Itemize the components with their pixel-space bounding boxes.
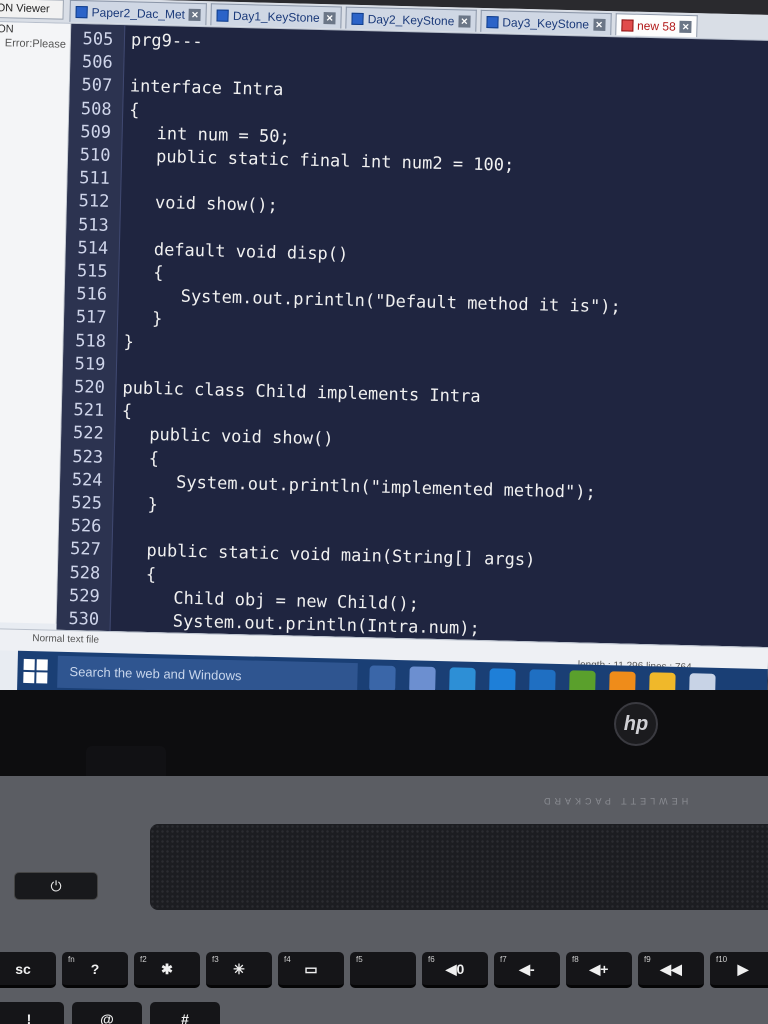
number-key-row: ! @ #: [0, 1002, 220, 1024]
line-number: 516: [76, 284, 108, 306]
line-number: 507: [81, 75, 113, 97]
tab-label: Day3_KeyStone: [502, 14, 590, 32]
line-number: 518: [74, 330, 107, 352]
viewer-tab[interactable]: ON Viewer: [0, 0, 64, 20]
key-main-label: ▶: [737, 961, 749, 977]
line-number: 523: [72, 446, 104, 468]
keyboard-key[interactable]: fn?: [62, 952, 128, 988]
keyboard-key[interactable]: f2 ✱: [134, 952, 200, 988]
editor-tab[interactable]: Day1_KeyStone ✕: [210, 3, 342, 29]
line-number: 526: [70, 516, 102, 537]
keyboard-key[interactable]: f3 ✳: [206, 952, 272, 988]
close-icon[interactable]: ✕: [592, 18, 606, 31]
line-number: 514: [77, 237, 109, 259]
hp-logo: hp: [614, 702, 658, 746]
line-number: 512: [78, 191, 110, 213]
code-text: }: [151, 309, 163, 330]
line-number: 521: [73, 400, 105, 422]
keyboard-key[interactable]: @: [72, 1002, 142, 1024]
keyboard-key[interactable]: f7 ◀-: [494, 952, 560, 988]
code-text: {: [145, 564, 157, 585]
keyboard-key[interactable]: #: [150, 1002, 220, 1024]
line-number: 529: [68, 585, 100, 607]
close-icon[interactable]: ✕: [188, 8, 202, 21]
key-main-label: ?: [90, 961, 100, 977]
windows-start-button[interactable]: [23, 658, 48, 684]
keyboard-deck: HEWLETT PACKARD ⏻ sc fn? f2 ✱ f3 ✳ f4 ▭ f5 f6 ◀0 f7…: [0, 776, 768, 1024]
function-key-row: sc fn? f2 ✱ f3 ✳ f4 ▭ f5 f6 ◀0 f7 ◀- f8 ◀+ f9 ◀◀ f10 ▶: [0, 952, 768, 988]
editor-tab[interactable]: Day2_KeyStone ✕: [345, 6, 477, 32]
line-number: 510: [79, 145, 111, 166]
code-editor[interactable]: 505 prg9--- 506 507 interface Intra 508{509 in…: [56, 23, 768, 648]
line-number: 528: [69, 562, 101, 584]
line-number: 511: [78, 168, 111, 190]
code-text: {: [148, 448, 160, 469]
keyboard-key[interactable]: f9 ◀◀: [638, 952, 704, 988]
line-number: 530: [68, 609, 100, 630]
key-main-label: ◀0: [445, 961, 465, 977]
code-text: }: [123, 331, 135, 353]
keyboard-key[interactable]: f4 ▭: [278, 952, 344, 988]
code-text: }: [147, 494, 159, 516]
side-panel-error: Error:Please: [4, 37, 67, 51]
close-icon[interactable]: ✕: [458, 14, 471, 28]
key-main-label: sc: [15, 961, 31, 977]
line-number: 517: [75, 307, 107, 329]
line-number: 519: [74, 353, 106, 375]
keyboard-key[interactable]: f8 ◀+: [566, 952, 632, 988]
line-number: 506: [81, 52, 113, 74]
keyboard-key[interactable]: !: [0, 1002, 64, 1024]
tab-label: Day1_KeyStone: [232, 8, 320, 25]
task-view-icon[interactable]: [369, 665, 396, 693]
key-main-label: !: [26, 1011, 32, 1024]
code-text: {: [153, 262, 164, 284]
key-main-label: ◀+: [589, 961, 609, 977]
keyboard-key[interactable]: f5: [350, 952, 416, 988]
key-main-label: ◀-: [519, 961, 535, 977]
line-number: 527: [69, 539, 102, 561]
keyboard-key[interactable]: f6 ◀0: [422, 952, 488, 988]
keyboard-key[interactable]: sc: [0, 952, 56, 988]
key-main-label: ✱: [161, 961, 173, 977]
line-number: 509: [80, 121, 112, 143]
line-number: 524: [71, 469, 103, 491]
file-icon: [351, 12, 364, 25]
key-main-label: ◀◀: [660, 961, 682, 977]
power-button[interactable]: ⏻: [14, 872, 98, 900]
speaker-grille: [150, 824, 768, 910]
tab-label: Day2_KeyStone: [367, 11, 455, 28]
editor-tab[interactable]: Paper2_Dac_Met ✕: [69, 0, 208, 26]
line-number: 508: [80, 98, 112, 120]
key-main-label: ▭: [304, 961, 318, 977]
editor-tab[interactable]: Day3_KeyStone ✕: [480, 9, 612, 36]
close-icon[interactable]: ✕: [679, 20, 692, 33]
code-text: prg9---: [130, 30, 203, 53]
monitor-screen: ON Viewer Paper2_Dac_Met ✕ Day1_KeyStone ✕ D…: [0, 0, 768, 716]
tab-label: new 58: [636, 18, 676, 34]
key-fn-label: f5: [356, 955, 363, 964]
file-type-label: Normal text file: [32, 633, 100, 646]
file-icon: [620, 18, 634, 32]
file-icon: [216, 8, 230, 22]
file-icon: [486, 15, 499, 28]
line-number: 520: [73, 377, 106, 398]
line-number: 515: [76, 261, 108, 282]
tab-label: Paper2_Dac_Met: [91, 4, 186, 22]
file-icon: [75, 5, 88, 18]
line-number: 525: [71, 493, 103, 514]
key-main-label: ✳: [233, 961, 245, 977]
keyboard-key[interactable]: f10 ▶: [710, 952, 768, 988]
line-number: 522: [72, 423, 104, 445]
editor-tab[interactable]: new 58 ✕: [614, 13, 699, 38]
code-text: {: [121, 401, 133, 422]
key-main-label: #: [181, 1011, 189, 1024]
line-number: 505: [82, 29, 114, 50]
brand-strip: HEWLETT PACKARD: [540, 796, 689, 806]
database-icon[interactable]: [409, 666, 436, 693]
code-text: {: [129, 99, 140, 121]
close-icon[interactable]: ✕: [323, 11, 336, 24]
line-number: 513: [77, 214, 110, 236]
key-main-label: @: [100, 1011, 114, 1024]
